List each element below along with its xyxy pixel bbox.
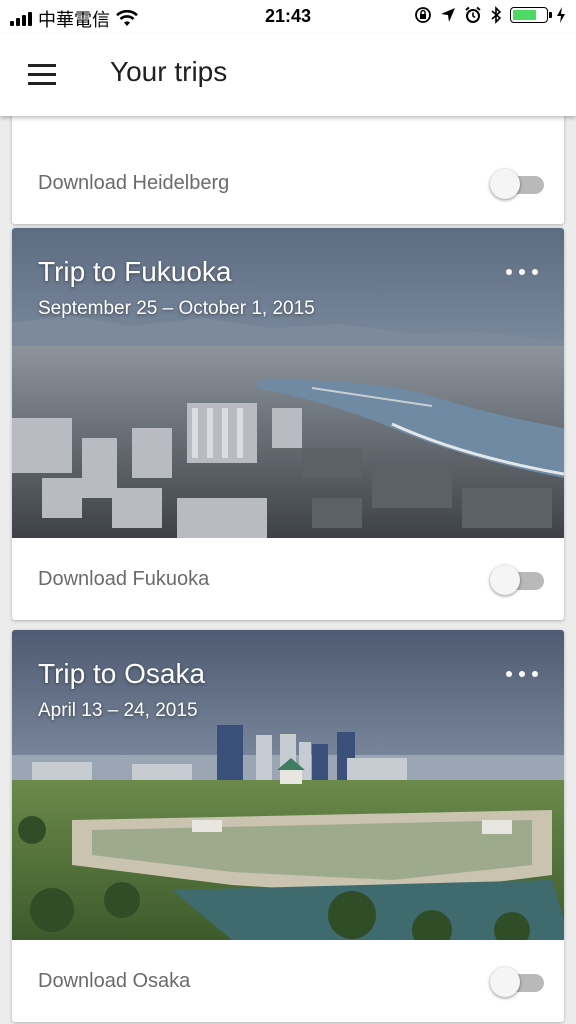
status-right: [414, 6, 566, 24]
app-bar: Your trips: [0, 34, 576, 116]
trip-dates: April 13 – 24, 2015: [38, 700, 198, 721]
toggle-thumb: [490, 967, 520, 997]
location-icon: [441, 8, 455, 22]
bluetooth-icon: [491, 6, 502, 24]
alarm-icon: [465, 6, 481, 23]
download-label: Download Osaka: [38, 970, 191, 992]
status-bar: 中華電信 21:43: [0, 0, 576, 34]
download-row: Download Heidelberg: [12, 142, 564, 224]
trip-image-osaka[interactable]: Trip to Osaka April 13 – 24, 2015: [12, 630, 564, 940]
charging-icon: [557, 7, 565, 23]
download-label: Download Fukuoka: [38, 568, 210, 590]
more-options-icon[interactable]: [506, 262, 538, 282]
hamburger-menu-icon[interactable]: [22, 60, 66, 90]
trip-card-fukuoka: Trip to Fukuoka September 25 – October 1…: [12, 228, 564, 620]
trip-title: Trip to Fukuoka: [38, 256, 232, 287]
download-row: Download Osaka: [12, 940, 564, 1022]
trip-image-fukuoka[interactable]: Trip to Fukuoka September 25 – October 1…: [12, 228, 564, 538]
trip-dates: September 25 – October 1, 2015: [38, 298, 315, 319]
trip-card-osaka: Trip to Osaka April 13 – 24, 2015 Downlo…: [12, 630, 564, 1022]
page-title: Your trips: [110, 56, 228, 87]
download-toggle[interactable]: [490, 169, 544, 199]
download-toggle[interactable]: [490, 967, 544, 997]
trip-title: Trip to Osaka: [38, 658, 206, 689]
download-row: Download Fukuoka: [12, 538, 564, 620]
toggle-thumb: [490, 565, 520, 595]
rotation-lock-icon: [415, 7, 431, 23]
toggle-thumb: [490, 169, 520, 199]
more-options-icon[interactable]: [506, 664, 538, 684]
battery-icon: [510, 7, 552, 23]
screen: 中華電信 21:43 Your trips Download Heidelber…: [0, 0, 576, 1024]
download-toggle[interactable]: [490, 565, 544, 595]
battery-level: [513, 10, 536, 20]
download-label: Download Heidelberg: [38, 172, 230, 194]
trip-card-heidelberg: Download Heidelberg: [12, 100, 564, 224]
